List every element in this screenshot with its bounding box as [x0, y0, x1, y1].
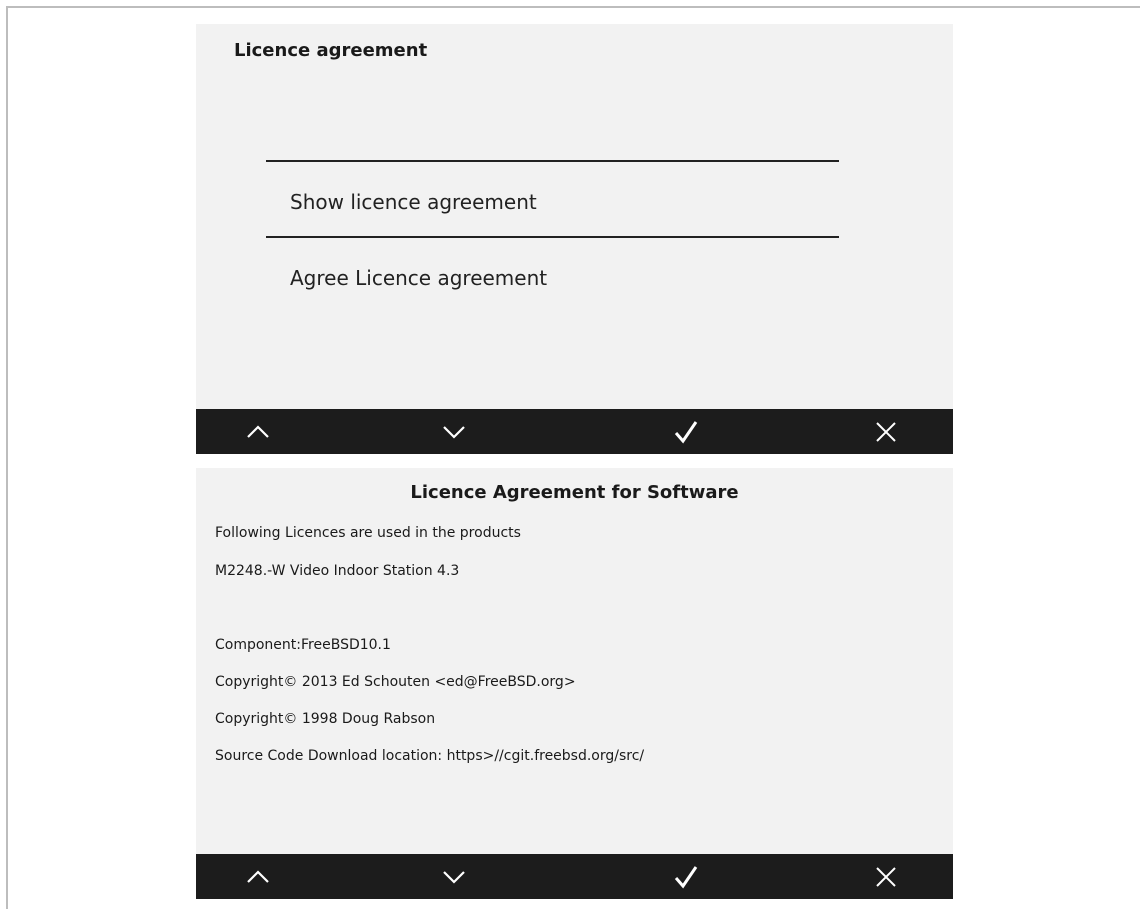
frame-border-left [6, 6, 8, 909]
screen-title: Licence Agreement for Software [410, 482, 739, 503]
chevron-up-icon [247, 869, 269, 883]
licence-text-screen: Licence Agreement for Software Following… [196, 468, 953, 899]
chevron-down-icon [443, 425, 465, 439]
up-button[interactable] [218, 409, 298, 454]
show-licence-agreement-item[interactable]: Show licence agreement [290, 190, 537, 214]
close-icon [876, 866, 896, 887]
chevron-down-icon [443, 870, 465, 884]
close-icon [876, 421, 896, 442]
up-button[interactable] [218, 854, 298, 899]
licence-text-line: Source Code Download location: https>//c… [215, 748, 645, 764]
frame-border-top [6, 6, 1140, 8]
down-button[interactable] [414, 409, 494, 454]
confirm-button[interactable] [646, 854, 726, 899]
down-button[interactable] [414, 854, 494, 899]
licence-text-line: Copyright© 2013 Ed Schouten <ed@FreeBSD.… [215, 674, 576, 690]
licence-text-line: Copyright© 1998 Doug Rabson [215, 711, 436, 727]
bottom-nav-bar [196, 854, 953, 899]
confirm-button[interactable] [646, 409, 726, 454]
bottom-nav-bar [196, 409, 953, 454]
checkmark-icon [674, 420, 698, 443]
checkmark-icon [674, 865, 698, 888]
close-button[interactable] [846, 409, 926, 454]
licence-text-line: Following Licences are used in the produ… [215, 525, 521, 541]
menu-divider [266, 236, 839, 238]
screen-title: Licence agreement [234, 40, 428, 61]
licence-text-line: M2248.-W Video Indoor Station 4.3 [215, 563, 460, 579]
close-button[interactable] [846, 854, 926, 899]
agree-licence-agreement-item[interactable]: Agree Licence agreement [290, 266, 547, 290]
licence-menu-screen: Licence agreement Show licence agreement… [196, 24, 953, 454]
menu-divider [266, 160, 839, 162]
chevron-up-icon [247, 424, 269, 438]
licence-text-line: Component:FreeBSD10.1 [215, 637, 391, 653]
